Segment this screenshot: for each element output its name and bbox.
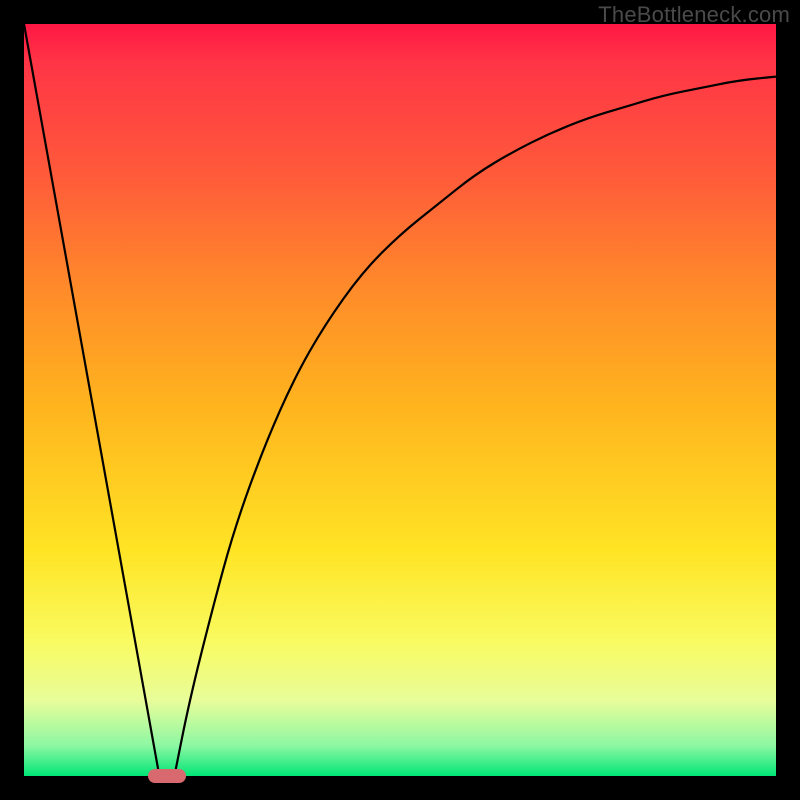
chart-plot-area: [24, 24, 776, 776]
left-line-series: [24, 24, 159, 776]
optimal-point-marker: [148, 769, 186, 783]
right-curve-series: [174, 77, 776, 776]
chart-frame: TheBottleneck.com: [0, 0, 800, 800]
chart-curves-svg: [24, 24, 776, 776]
right-curve-path: [174, 77, 776, 776]
watermark-text: TheBottleneck.com: [598, 2, 790, 28]
left-line-path: [24, 24, 159, 776]
